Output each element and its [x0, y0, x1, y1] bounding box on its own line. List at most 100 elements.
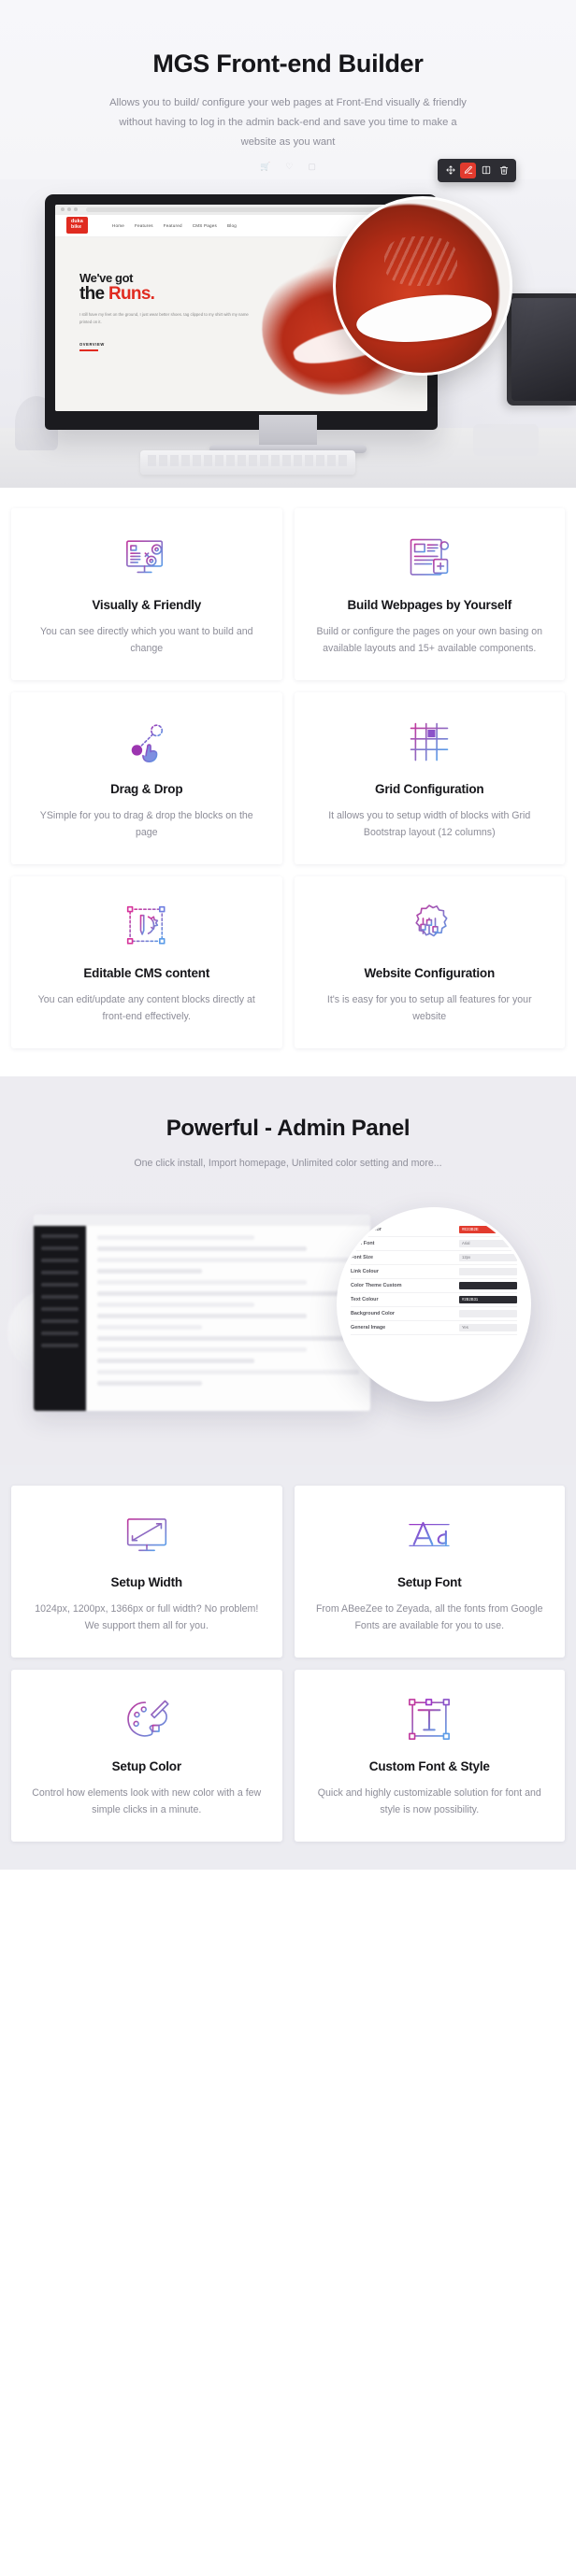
feature-title: Visually & Friendly — [92, 597, 202, 612]
setting-row[interactable]: Text Colour #2B2B31 — [351, 1293, 517, 1307]
feature-text: YSimple for you to drag & drop the block… — [39, 809, 253, 839]
setup-card-title: Setup Width — [110, 1574, 183, 1589]
setup-cards-section: Setup Width 1024px, 1200px, 1366px or fu… — [0, 1464, 576, 1870]
setting-value[interactable]: 12px — [459, 1253, 517, 1261]
hero-subtitle: Allows you to build/ configure your web … — [109, 97, 467, 148]
feature-card[interactable]: Website Configuration It's is easy for y… — [294, 875, 565, 1048]
hero-section: MGS Front-end Builder Allows you to buil… — [0, 0, 576, 488]
demo-cta-link[interactable]: OVERVIEW — [79, 342, 252, 351]
tablet-device — [507, 292, 576, 406]
setting-row[interactable]: Theme Color #E23B2E — [351, 1223, 517, 1237]
heart-icon: ♡ — [285, 161, 294, 171]
setting-label: Font Size — [351, 1254, 373, 1260]
mousepad — [473, 423, 539, 456]
feature-title: Build Webpages by Yourself — [347, 597, 512, 612]
cart-icon: 🛒 — [260, 161, 271, 171]
admin-panel-section: Powerful - Admin Panel One click install… — [0, 1075, 576, 1465]
font-aa-icon — [311, 1506, 549, 1564]
setup-card[interactable]: Setup Font From ABeeZee to Zeyada, all t… — [294, 1485, 565, 1658]
feature-card[interactable]: Visually & Friendly You can see directly… — [11, 507, 282, 680]
demo-site-logo[interactable]: duka bike — [66, 217, 88, 235]
admin-section-title: Powerful - Admin Panel — [166, 1115, 410, 1141]
admin-content-area — [86, 1226, 370, 1411]
setup-card-text: From ABeeZee to Zeyada, all the fonts fr… — [315, 1602, 543, 1632]
setting-row[interactable]: General Image Yes — [351, 1321, 517, 1335]
setup-card-text: Control how elements look with new color… — [32, 1786, 262, 1816]
setting-row[interactable]: Background Color — [351, 1307, 517, 1321]
setting-value[interactable]: Arial — [459, 1239, 517, 1247]
setup-card-text: Quick and highly customizable solution f… — [317, 1786, 541, 1816]
admin-illustration: Theme Color #E23B2E Main Font Arial Font… — [0, 1185, 576, 1465]
setting-value[interactable]: #E23B2E — [459, 1225, 517, 1233]
admin-window-mockup — [34, 1214, 370, 1411]
move-icon[interactable] — [442, 163, 458, 178]
setup-card-title: Setup Color — [111, 1758, 182, 1773]
setup-card[interactable]: Setup Width 1024px, 1200px, 1366px or fu… — [11, 1485, 282, 1658]
demo-nav-item-4[interactable]: Blog — [227, 223, 237, 228]
user-icon: ▢ — [308, 161, 316, 171]
browser-dot-green — [74, 207, 78, 212]
page-title: MGS Front-end Builder — [152, 50, 424, 78]
feature-text: It allows you to setup width of blocks w… — [328, 809, 531, 839]
feature-card[interactable]: Editable CMS content You can edit/update… — [11, 875, 282, 1048]
editable-cms-icon — [28, 897, 266, 955]
setting-label: Color Theme Custom — [351, 1282, 402, 1288]
setup-card-title: Setup Font — [397, 1574, 462, 1589]
feature-text: Build or configure the pages on your own… — [316, 625, 542, 655]
feature-card[interactable]: Grid Configuration It allows you to setu… — [294, 691, 565, 864]
feature-title: Drag & Drop — [110, 781, 183, 796]
feature-card[interactable]: Build Webpages by Yourself Build or conf… — [294, 507, 565, 680]
setting-row[interactable]: Font Size 12px — [351, 1251, 517, 1265]
custom-type-icon — [311, 1690, 549, 1748]
monitor-width-icon — [28, 1506, 266, 1564]
feature-text: You can edit/update any content blocks d… — [37, 993, 255, 1023]
demo-headline-line1: We've got — [79, 270, 134, 285]
setting-label: General Image — [351, 1324, 386, 1331]
setup-card-title: Custom Font & Style — [368, 1758, 490, 1773]
setting-value[interactable]: Yes — [459, 1323, 517, 1331]
shoe-lace-detail — [384, 236, 458, 286]
browser-dot-red — [61, 207, 65, 212]
setting-label: Text Colour — [351, 1296, 379, 1302]
setting-row[interactable]: Color Theme Custom — [351, 1279, 517, 1293]
demo-nav-item-2[interactable]: Featured — [164, 223, 182, 228]
demo-site-copy: We've got the Runs. I still have my feet… — [79, 271, 252, 351]
demo-nav-item-1[interactable]: Features — [135, 223, 153, 228]
trash-icon[interactable] — [496, 163, 511, 178]
grid-icon — [311, 713, 549, 771]
setting-value[interactable] — [459, 1281, 517, 1289]
demo-nav-item-0[interactable]: Home — [112, 223, 124, 228]
demo-body-text: I still have my feet on the ground, I ju… — [79, 312, 249, 325]
webpage-builder-icon — [311, 529, 549, 587]
admin-sidebar — [34, 1225, 86, 1411]
feature-card[interactable]: Drag & Drop YSimple for you to drag & dr… — [11, 691, 282, 864]
features-column-right: Build Webpages by Yourself Build or conf… — [294, 507, 565, 1048]
setting-row[interactable]: Link Colour — [351, 1265, 517, 1279]
admin-section-subtitle: One click install, Import homepage, Unli… — [134, 1157, 442, 1169]
feature-text: You can see directly which you want to b… — [39, 625, 253, 655]
features-section: Visually & Friendly You can see directly… — [0, 487, 576, 1076]
demo-site-nav-links: Home Features Featured CMS Pages Blog — [112, 223, 237, 228]
color-palette-icon — [28, 1690, 266, 1748]
browser-dot-yellow — [67, 207, 71, 212]
demo-nav-item-3[interactable]: CMS Pages — [193, 223, 217, 228]
setting-row[interactable]: Main Font Arial — [351, 1237, 517, 1251]
setup-card[interactable]: Custom Font & Style Quick and highly cus… — [294, 1669, 565, 1842]
setting-value[interactable]: #2B2B31 — [459, 1295, 517, 1303]
feature-text: It's is easy for you to setup all featur… — [326, 993, 532, 1023]
hero-illustration: duka bike Home Features Featured CMS Page… — [0, 158, 576, 488]
builder-toolbar[interactable] — [438, 158, 516, 182]
edit-icon[interactable] — [460, 162, 476, 178]
screen-settings-icon — [28, 529, 266, 587]
feature-title: Editable CMS content — [83, 965, 210, 980]
feature-title: Website Configuration — [364, 965, 496, 980]
setting-value[interactable] — [459, 1267, 517, 1275]
setup-card[interactable]: Setup Color Control how elements look wi… — [11, 1669, 282, 1842]
monitor-stand — [259, 414, 317, 447]
columns-icon[interactable] — [478, 163, 494, 178]
keyboard — [140, 449, 355, 475]
magnifier-lens — [333, 195, 512, 376]
admin-magnifier-lens: Theme Color #E23B2E Main Font Arial Font… — [337, 1206, 531, 1402]
setting-value[interactable] — [459, 1309, 517, 1317]
admin-window-titlebar — [34, 1214, 370, 1226]
